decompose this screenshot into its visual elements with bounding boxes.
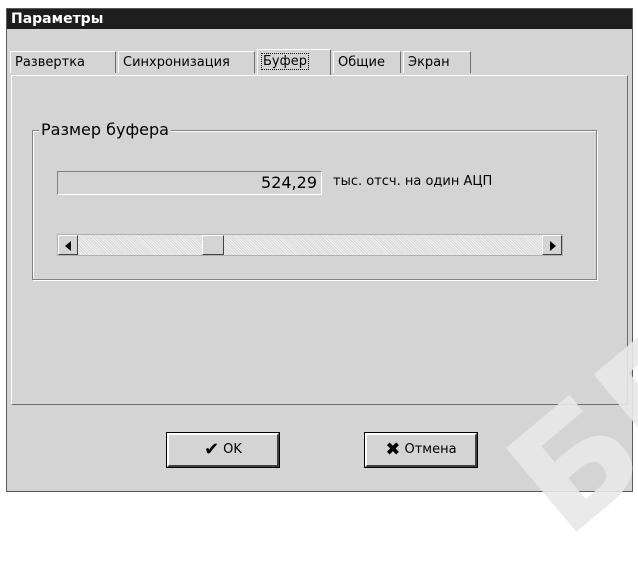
cancel-label: Отмена [404,442,457,457]
checkmark-icon: ✔ [204,439,220,460]
tab-ekran[interactable]: Экран [403,51,471,73]
parameters-dialog: Параметры Развертка Синхронизация Буфер … [6,8,633,492]
tab-label: Развертка [15,55,86,70]
scrollbar-thumb[interactable] [202,235,224,255]
buffer-size-scrollbar[interactable] [57,234,563,256]
x-icon: ✖ [385,439,401,460]
buffer-size-value: 524,29 [57,171,322,195]
tab-obshie[interactable]: Общие [333,51,401,73]
tab-label: Общие [338,55,385,70]
tab-sinhronizatsiya[interactable]: Синхронизация [118,51,255,73]
ok-label: OK [223,442,242,457]
tab-label: Экран [408,55,450,70]
buffer-size-group: Размер буфера 524,29 тыс. отсч. на один … [32,120,597,280]
scroll-left-button[interactable] [58,235,78,255]
cancel-button[interactable]: ✖ Отмена [365,433,477,467]
tab-panel-bufer: Размер буфера 524,29 тыс. отсч. на один … [11,75,628,405]
group-title: Размер буфера [39,120,171,140]
tab-label: Буфер [261,53,309,70]
buffer-size-unit: тыс. отсч. на один АЦП [333,174,493,189]
tab-razvertka[interactable]: Развертка [10,51,116,73]
scroll-right-button[interactable] [542,235,562,255]
tab-bufer[interactable]: Буфер [257,49,331,75]
tab-label: Синхронизация [123,55,230,70]
window-title: Параметры [7,9,632,29]
arrow-left-icon [65,241,71,251]
arrow-right-icon [550,241,556,251]
ok-button[interactable]: ✔ OK [167,433,279,467]
